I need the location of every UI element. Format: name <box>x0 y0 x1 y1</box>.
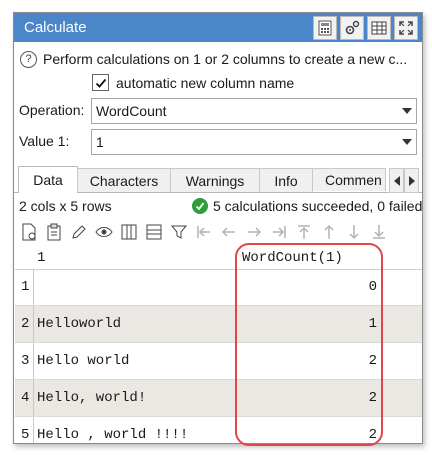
tab-characters[interactable]: Characters <box>77 168 171 192</box>
table-row[interactable]: 4 Hello, world! 2 <box>15 380 422 417</box>
clipboard-icon[interactable] <box>42 220 66 244</box>
go-first-icon[interactable] <box>192 220 216 244</box>
table-icon[interactable] <box>367 16 391 40</box>
pencil-icon[interactable] <box>67 220 91 244</box>
tab-warnings[interactable]: Warnings <box>170 168 260 192</box>
go-last-icon[interactable] <box>267 220 291 244</box>
grid-header: 1 WordCount(1) <box>15 247 422 270</box>
tab-bar: Data Characters Warnings Info Commen <box>14 166 422 193</box>
text-cell[interactable]: Hello , world !!!! <box>37 417 188 443</box>
chevron-down-icon <box>398 139 416 145</box>
tab-scroll-right-icon[interactable] <box>404 168 419 193</box>
tab-scroll-left-icon[interactable] <box>389 168 404 193</box>
arrow-up-icon[interactable] <box>317 220 341 244</box>
data-grid: 1 WordCount(1) 1 0 2 Helloworld 1 3 Hell… <box>15 247 422 443</box>
text-cell[interactable]: Hello, world! <box>37 380 146 416</box>
grid-toolbar <box>17 220 391 244</box>
count-cell[interactable]: 2 <box>369 343 377 379</box>
grid-dimensions: 2 cols x 5 rows <box>19 198 112 214</box>
description-text: Perform calculations on 1 or 2 columns t… <box>43 51 408 67</box>
settings-icon[interactable] <box>340 16 364 40</box>
new-document-icon[interactable] <box>17 220 41 244</box>
calculate-panel: Calculate ? Perform calculations on 1 or… <box>13 12 423 444</box>
expand-icon[interactable] <box>394 16 418 40</box>
table-row[interactable]: 3 Hello world 2 <box>15 343 422 380</box>
auto-name-checkbox[interactable] <box>92 74 109 91</box>
text-cell[interactable]: Helloworld <box>37 306 121 342</box>
auto-name-label: automatic new column name <box>116 74 295 91</box>
go-bottom-icon[interactable] <box>367 220 391 244</box>
value1-select[interactable]: 1 <box>91 129 417 155</box>
arrow-right-icon[interactable] <box>242 220 266 244</box>
row-index: 2 <box>15 306 34 342</box>
count-cell[interactable]: 2 <box>369 380 377 416</box>
row-index: 5 <box>15 417 34 443</box>
operation-label: Operation: <box>19 102 85 118</box>
row-index: 4 <box>15 380 34 416</box>
column-header-wordcount[interactable]: WordCount(1) <box>242 250 343 266</box>
arrow-down-icon[interactable] <box>342 220 366 244</box>
success-check-icon <box>192 198 208 214</box>
window-title: Calculate <box>24 19 87 36</box>
filter-icon[interactable] <box>167 220 191 244</box>
rows-icon[interactable] <box>142 220 166 244</box>
arrow-left-icon[interactable] <box>217 220 241 244</box>
go-top-icon[interactable] <box>292 220 316 244</box>
count-cell[interactable]: 0 <box>369 269 377 305</box>
tab-comments[interactable]: Commen <box>312 168 386 191</box>
eye-icon[interactable] <box>92 220 116 244</box>
row-index: 1 <box>15 269 34 305</box>
help-icon[interactable]: ? <box>20 50 37 68</box>
operation-value: WordCount <box>96 103 167 119</box>
column-header-1[interactable]: 1 <box>37 250 45 266</box>
operation-select[interactable]: WordCount <box>91 98 417 124</box>
auto-name-row: automatic new column name <box>92 74 294 91</box>
row-index: 3 <box>15 343 34 379</box>
table-row[interactable]: 2 Helloworld 1 <box>15 306 422 343</box>
value1-label: Value 1: <box>19 133 70 149</box>
table-row[interactable]: 1 0 <box>15 269 422 306</box>
status-message: 5 calculations succeeded, 0 failed <box>213 198 423 214</box>
columns-icon[interactable] <box>117 220 141 244</box>
description-row: ? Perform calculations on 1 or 2 columns… <box>20 49 416 69</box>
tab-info[interactable]: Info <box>259 168 313 192</box>
status-bar: 2 cols x 5 rows 5 calculations succeeded… <box>19 198 422 216</box>
count-cell[interactable]: 1 <box>369 306 377 342</box>
value1-value: 1 <box>96 134 104 150</box>
table-row[interactable]: 5 Hello , world !!!! 2 <box>15 417 422 443</box>
calculator-icon[interactable] <box>313 16 337 40</box>
chevron-down-icon <box>398 108 416 114</box>
text-cell[interactable]: Hello world <box>37 343 129 379</box>
title-bar: Calculate <box>14 13 422 42</box>
count-cell[interactable]: 2 <box>369 417 377 443</box>
tab-data[interactable]: Data <box>18 166 78 193</box>
